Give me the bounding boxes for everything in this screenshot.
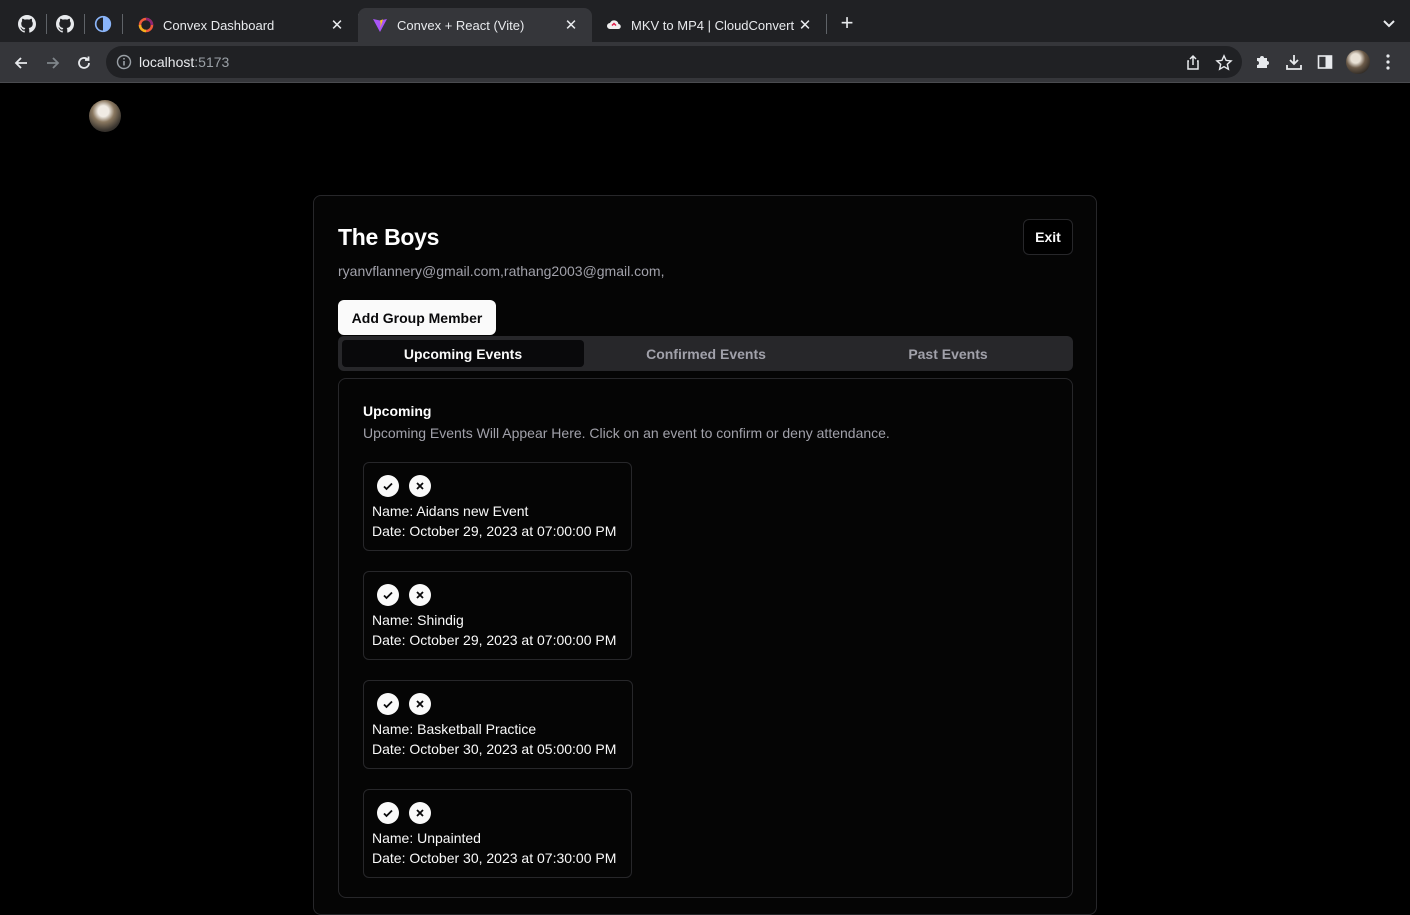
x-icon [416,700,424,708]
cloudconvert-icon [607,20,621,30]
url-text: localhost:5173 [139,54,229,70]
user-avatar[interactable] [89,100,121,132]
tab-confirmed-events[interactable]: Confirmed Events [585,340,827,367]
deny-button[interactable] [409,802,431,824]
event-date: Date: October 29, 2023 at 07:00:00 PM [372,632,617,648]
x-icon [416,809,424,817]
event-date: Date: October 29, 2023 at 07:00:00 PM [372,523,617,539]
vite-icon [373,19,387,32]
extensions-button[interactable] [1253,52,1273,72]
reload-icon [78,56,90,69]
event-card[interactable]: Name: Unpainted Date: October 30, 2023 a… [363,789,632,878]
app-globe-icon [94,15,112,33]
chevron-down-icon [1383,20,1395,28]
group-title: The Boys [338,224,440,250]
downloads-button[interactable] [1284,52,1304,72]
tab-title: Convex + React (Vite) [397,17,525,33]
tab-convex-react-vite[interactable]: Convex + React (Vite) ✕ [358,8,592,42]
tab-cloudconvert[interactable]: MKV to MP4 | CloudConvert ✕ [592,8,826,42]
event-card[interactable]: Name: Shindig Date: October 29, 2023 at … [363,571,632,660]
check-icon [383,809,393,818]
event-name: Name: Basketball Practice [372,721,537,737]
new-tab-button[interactable]: + [836,12,858,34]
back-button[interactable] [8,50,34,76]
info-icon[interactable] [116,54,132,70]
url-host: localhost [139,54,195,70]
event-card[interactable]: Name: Aidans new Event Date: October 29,… [363,462,632,551]
x-icon [416,591,424,599]
upcoming-panel: Upcoming Upcoming Events Will Appear Her… [338,378,1073,898]
events-tabs: Upcoming Events Confirmed Events Past Ev… [338,336,1073,371]
exit-button[interactable]: Exit [1023,219,1073,255]
check-icon [383,591,393,600]
bookmark-star-icon[interactable] [1215,54,1233,72]
close-icon[interactable]: ✕ [562,16,580,34]
pinned-tab-app[interactable] [86,8,120,40]
convex-icon [138,17,154,33]
add-group-member-button[interactable]: Add Group Member [338,300,496,335]
url-port: :5173 [194,54,230,70]
download-icon [1286,55,1302,70]
deny-button[interactable] [409,693,431,715]
tab-title: Convex Dashboard [163,17,275,33]
page-content: The Boys ryanvflannery@gmail.com,rathang… [0,84,1410,915]
side-panel-button[interactable] [1315,52,1335,72]
pinned-tab-github-2[interactable] [48,8,82,40]
deny-button[interactable] [409,584,431,606]
tab-past-events[interactable]: Past Events [827,340,1069,367]
share-icon[interactable] [1184,54,1202,72]
close-icon[interactable]: ✕ [796,16,814,34]
pinned-tab-github-1[interactable] [10,8,44,40]
tab-title: MKV to MP4 | CloudConvert [631,17,795,33]
check-icon [383,482,393,491]
confirm-button[interactable] [377,475,399,497]
x-icon [416,482,424,490]
event-card[interactable]: Name: Basketball Practice Date: October … [363,680,633,769]
arrow-left-icon [14,57,27,69]
group-members: ryanvflannery@gmail.com,rathang2003@gmai… [338,263,665,279]
address-bar[interactable]: localhost:5173 [106,46,1242,78]
browser-tab-strip: Convex Dashboard ✕ Convex + React (Vite)… [0,0,1410,42]
forward-button[interactable] [40,50,66,76]
confirm-button[interactable] [377,802,399,824]
event-name: Name: Shindig [372,612,464,628]
github-icon [56,15,74,33]
event-date: Date: October 30, 2023 at 05:00:00 PM [372,741,617,757]
event-name: Name: Unpainted [372,830,481,846]
panel-description: Upcoming Events Will Appear Here. Click … [363,425,890,441]
more-vertical-icon [1386,54,1390,70]
group-card: The Boys ryanvflannery@gmail.com,rathang… [313,195,1097,915]
panel-title: Upcoming [363,403,432,419]
tab-search-button[interactable] [1378,13,1400,35]
event-name: Name: Aidans new Event [372,503,529,519]
side-panel-icon [1317,55,1333,69]
deny-button[interactable] [409,475,431,497]
github-icon [18,15,36,33]
close-icon[interactable]: ✕ [328,16,346,34]
profile-avatar[interactable] [1346,50,1370,74]
reload-button[interactable] [71,50,97,76]
arrow-right-icon [47,57,60,69]
tab-upcoming-events[interactable]: Upcoming Events [342,340,584,367]
confirm-button[interactable] [377,693,399,715]
check-icon [383,700,393,709]
tab-convex-dashboard[interactable]: Convex Dashboard ✕ [124,8,358,42]
browser-toolbar: localhost:5173 [0,42,1410,83]
puzzle-icon [1257,56,1269,68]
event-date: Date: October 30, 2023 at 07:30:00 PM [372,850,617,866]
browser-menu-button[interactable] [1378,52,1398,72]
confirm-button[interactable] [377,584,399,606]
